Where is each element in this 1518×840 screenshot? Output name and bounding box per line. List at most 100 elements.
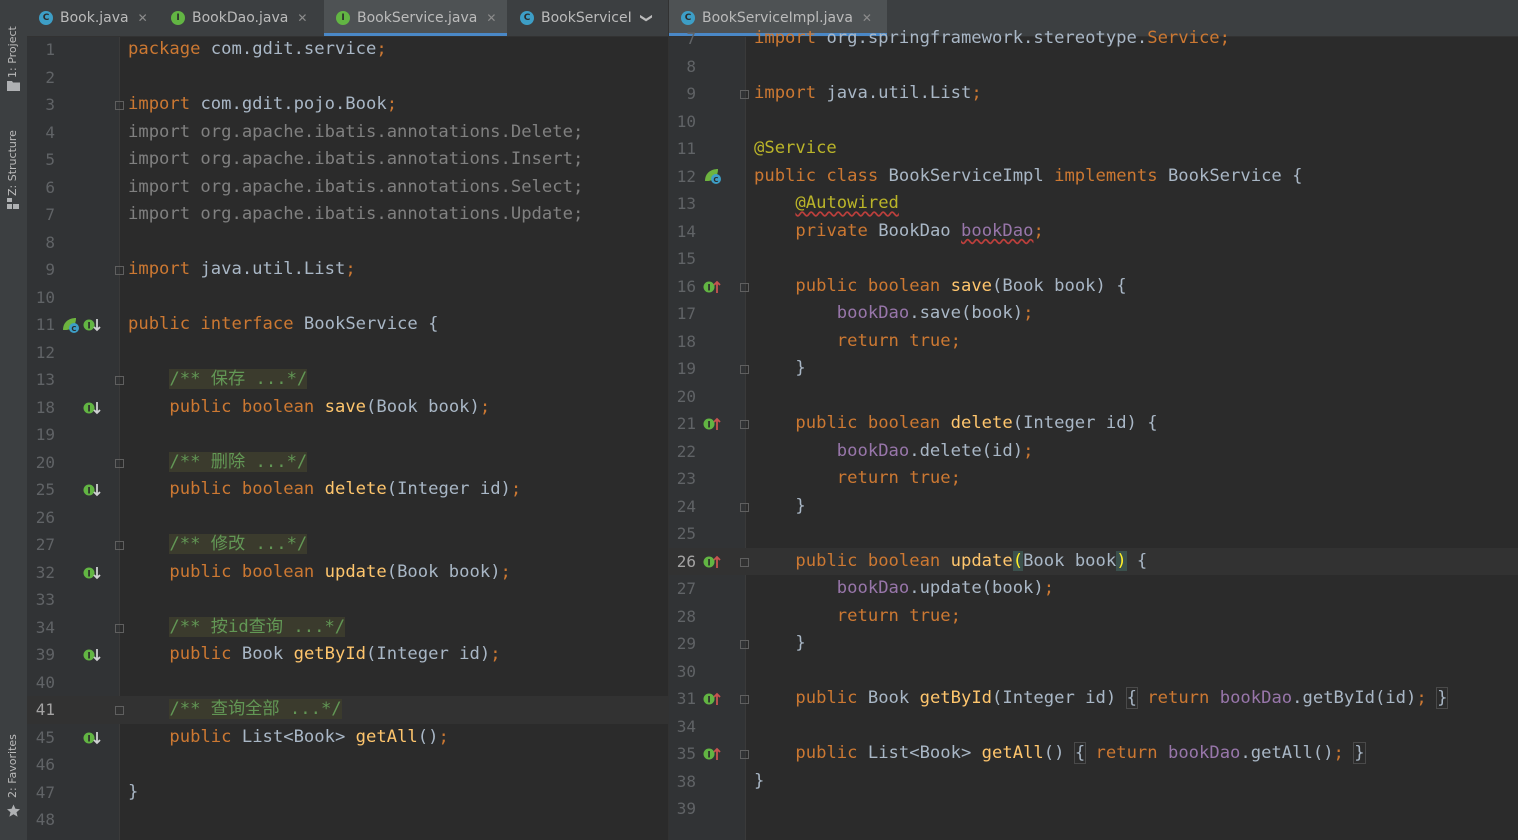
- fold-toggle-icon[interactable]: [115, 458, 124, 468]
- code-line[interactable]: 11 public interface BookService {: [27, 311, 668, 339]
- code-text: bookDao.update(book);: [754, 575, 1054, 603]
- close-tab-icon[interactable]: ✕: [138, 11, 148, 25]
- code-line[interactable]: 8: [27, 229, 668, 257]
- implemented-by-icon[interactable]: I: [83, 317, 103, 333]
- code-line[interactable]: 8: [669, 53, 1518, 81]
- fold-toggle-icon[interactable]: [740, 695, 749, 704]
- code-line[interactable]: 9 import java.util.List;: [669, 80, 1518, 108]
- code-line[interactable]: 25 public boolean delete(Integer id);: [27, 476, 668, 504]
- code-line[interactable]: 10: [669, 108, 1518, 136]
- code-line[interactable]: 2: [27, 64, 668, 92]
- line-number: 5: [45, 150, 55, 169]
- editor-tab[interactable]: C BookServiceI ❯: [508, 0, 668, 36]
- code-line[interactable]: 6 import org.apache.ibatis.annotations.Se…: [27, 174, 668, 202]
- code-line[interactable]: 33: [27, 586, 668, 614]
- close-tab-icon[interactable]: ✕: [862, 11, 872, 25]
- implemented-by-icon[interactable]: I: [83, 730, 103, 746]
- fold-toggle-icon[interactable]: [740, 420, 749, 429]
- fold-toggle-icon[interactable]: [115, 623, 124, 633]
- code-line[interactable]: 27 bookDao.update(book);: [669, 575, 1518, 603]
- favorites-tool-tab[interactable]: 2: Favorites: [6, 728, 22, 798]
- editor-tab[interactable]: C Book.java ✕: [27, 0, 158, 36]
- code-line[interactable]: 45 public List<Book> getAll();: [27, 724, 668, 752]
- code-line[interactable]: 26: [27, 504, 668, 532]
- code-line[interactable]: 18 public boolean save(Book book);: [27, 394, 668, 422]
- implemented-by-icon[interactable]: I: [83, 400, 103, 416]
- code-line[interactable]: 1 package com.gdit.service;: [27, 36, 668, 64]
- code-line[interactable]: 25: [669, 520, 1518, 548]
- code-line[interactable]: 7 import org.apache.ibatis.annotations.Up…: [27, 201, 668, 229]
- code-line[interactable]: 5 import org.apache.ibatis.annotations.In…: [27, 146, 668, 174]
- code-line[interactable]: 12 public class BookServiceImpl implement…: [669, 163, 1518, 191]
- code-line[interactable]: 4 import org.apache.ibatis.annotations.De…: [27, 119, 668, 147]
- code-line[interactable]: 23 return true;: [669, 465, 1518, 493]
- code-line[interactable]: 34: [669, 713, 1518, 741]
- structure-tool-tab[interactable]: Z: Structure: [6, 118, 22, 196]
- code-line[interactable]: 26 public boolean update(Book book) {: [669, 547, 1518, 575]
- code-line[interactable]: 39 public Book getById(Integer id);: [27, 641, 668, 669]
- code-line[interactable]: 30: [669, 658, 1518, 686]
- fold-toggle-icon[interactable]: [115, 376, 124, 385]
- code-line[interactable]: 20: [669, 383, 1518, 411]
- implements-method-icon[interactable]: I: [703, 746, 723, 762]
- fold-toggle-icon[interactable]: [115, 101, 124, 110]
- code-line[interactable]: 46: [27, 751, 668, 779]
- code-token: ;: [1416, 688, 1427, 708]
- close-tab-icon[interactable]: ✕: [486, 11, 496, 25]
- code-token: ;: [1023, 303, 1034, 323]
- code-line[interactable]: 7 import org.springframework.stereotype.S…: [669, 25, 1518, 53]
- implements-method-icon[interactable]: I: [703, 279, 723, 295]
- star-icon[interactable]: [7, 804, 20, 818]
- code-line[interactable]: 29 }: [669, 630, 1518, 658]
- implements-method-icon[interactable]: I: [703, 416, 723, 432]
- code-line[interactable]: 22 bookDao.delete(id);: [669, 438, 1518, 466]
- code-line[interactable]: 31 public Book getById(Integer id) { ret…: [669, 685, 1518, 713]
- fold-toggle-icon[interactable]: [740, 90, 749, 99]
- code-line[interactable]: 14 private BookDao bookDao;: [669, 218, 1518, 246]
- code-line[interactable]: 10: [27, 284, 668, 312]
- spring-bean-icon[interactable]: C: [61, 316, 81, 334]
- structure-icon[interactable]: [7, 198, 20, 209]
- code-line[interactable]: 39: [669, 795, 1518, 823]
- code-line[interactable]: 18 return true;: [669, 328, 1518, 356]
- code-line[interactable]: 28 return true;: [669, 603, 1518, 631]
- fold-toggle-icon[interactable]: [115, 266, 124, 275]
- spring-bean-icon[interactable]: C: [703, 167, 723, 185]
- close-tab-icon[interactable]: ✕: [297, 11, 307, 25]
- tab-overflow-chevron-icon[interactable]: ❯: [640, 13, 654, 23]
- folder-icon[interactable]: [7, 80, 20, 91]
- code-line[interactable]: 12: [27, 339, 668, 367]
- fold-toggle-icon[interactable]: [115, 541, 124, 550]
- implements-method-icon[interactable]: I: [703, 554, 723, 570]
- fold-toggle-icon[interactable]: [115, 706, 124, 715]
- code-line[interactable]: 35 public List<Book> getAll() { return b…: [669, 740, 1518, 768]
- fold-toggle-icon[interactable]: [740, 750, 749, 759]
- editor-tab[interactable]: I BookDao.java ✕: [159, 0, 323, 36]
- implemented-by-icon[interactable]: I: [83, 482, 103, 498]
- code-line[interactable]: 38}: [669, 768, 1518, 796]
- code-line[interactable]: 21 public boolean delete(Integer id) {: [669, 410, 1518, 438]
- code-line[interactable]: 15: [669, 245, 1518, 273]
- code-line[interactable]: 47}: [27, 779, 668, 807]
- project-tool-tab[interactable]: 1: Project: [6, 10, 22, 78]
- fold-toggle-icon[interactable]: [740, 557, 749, 567]
- code-line[interactable]: 11 @Service: [669, 135, 1518, 163]
- fold-toggle-icon[interactable]: [740, 502, 749, 512]
- fold-toggle-icon[interactable]: [740, 365, 749, 374]
- code-line[interactable]: 19 }: [669, 355, 1518, 383]
- code-token: bookDao: [961, 220, 1034, 241]
- code-line[interactable]: 24 }: [669, 493, 1518, 521]
- code-line[interactable]: 16 public boolean save(Book book) {: [669, 273, 1518, 301]
- code-line[interactable]: 40: [27, 669, 668, 697]
- implements-method-icon[interactable]: I: [703, 691, 723, 707]
- code-line[interactable]: 13 @Autowired: [669, 190, 1518, 218]
- code-line[interactable]: 32 public boolean update(Book book);: [27, 559, 668, 587]
- fold-toggle-icon[interactable]: [740, 282, 749, 292]
- fold-toggle-icon[interactable]: [740, 640, 749, 649]
- editor-tab[interactable]: I BookService.java ✕: [324, 0, 507, 36]
- code-line[interactable]: 17 bookDao.save(book);: [669, 300, 1518, 328]
- implemented-by-icon[interactable]: I: [83, 647, 103, 663]
- code-line[interactable]: 48: [27, 806, 668, 834]
- implemented-by-icon[interactable]: I: [83, 565, 103, 581]
- code-line[interactable]: 19: [27, 421, 668, 449]
